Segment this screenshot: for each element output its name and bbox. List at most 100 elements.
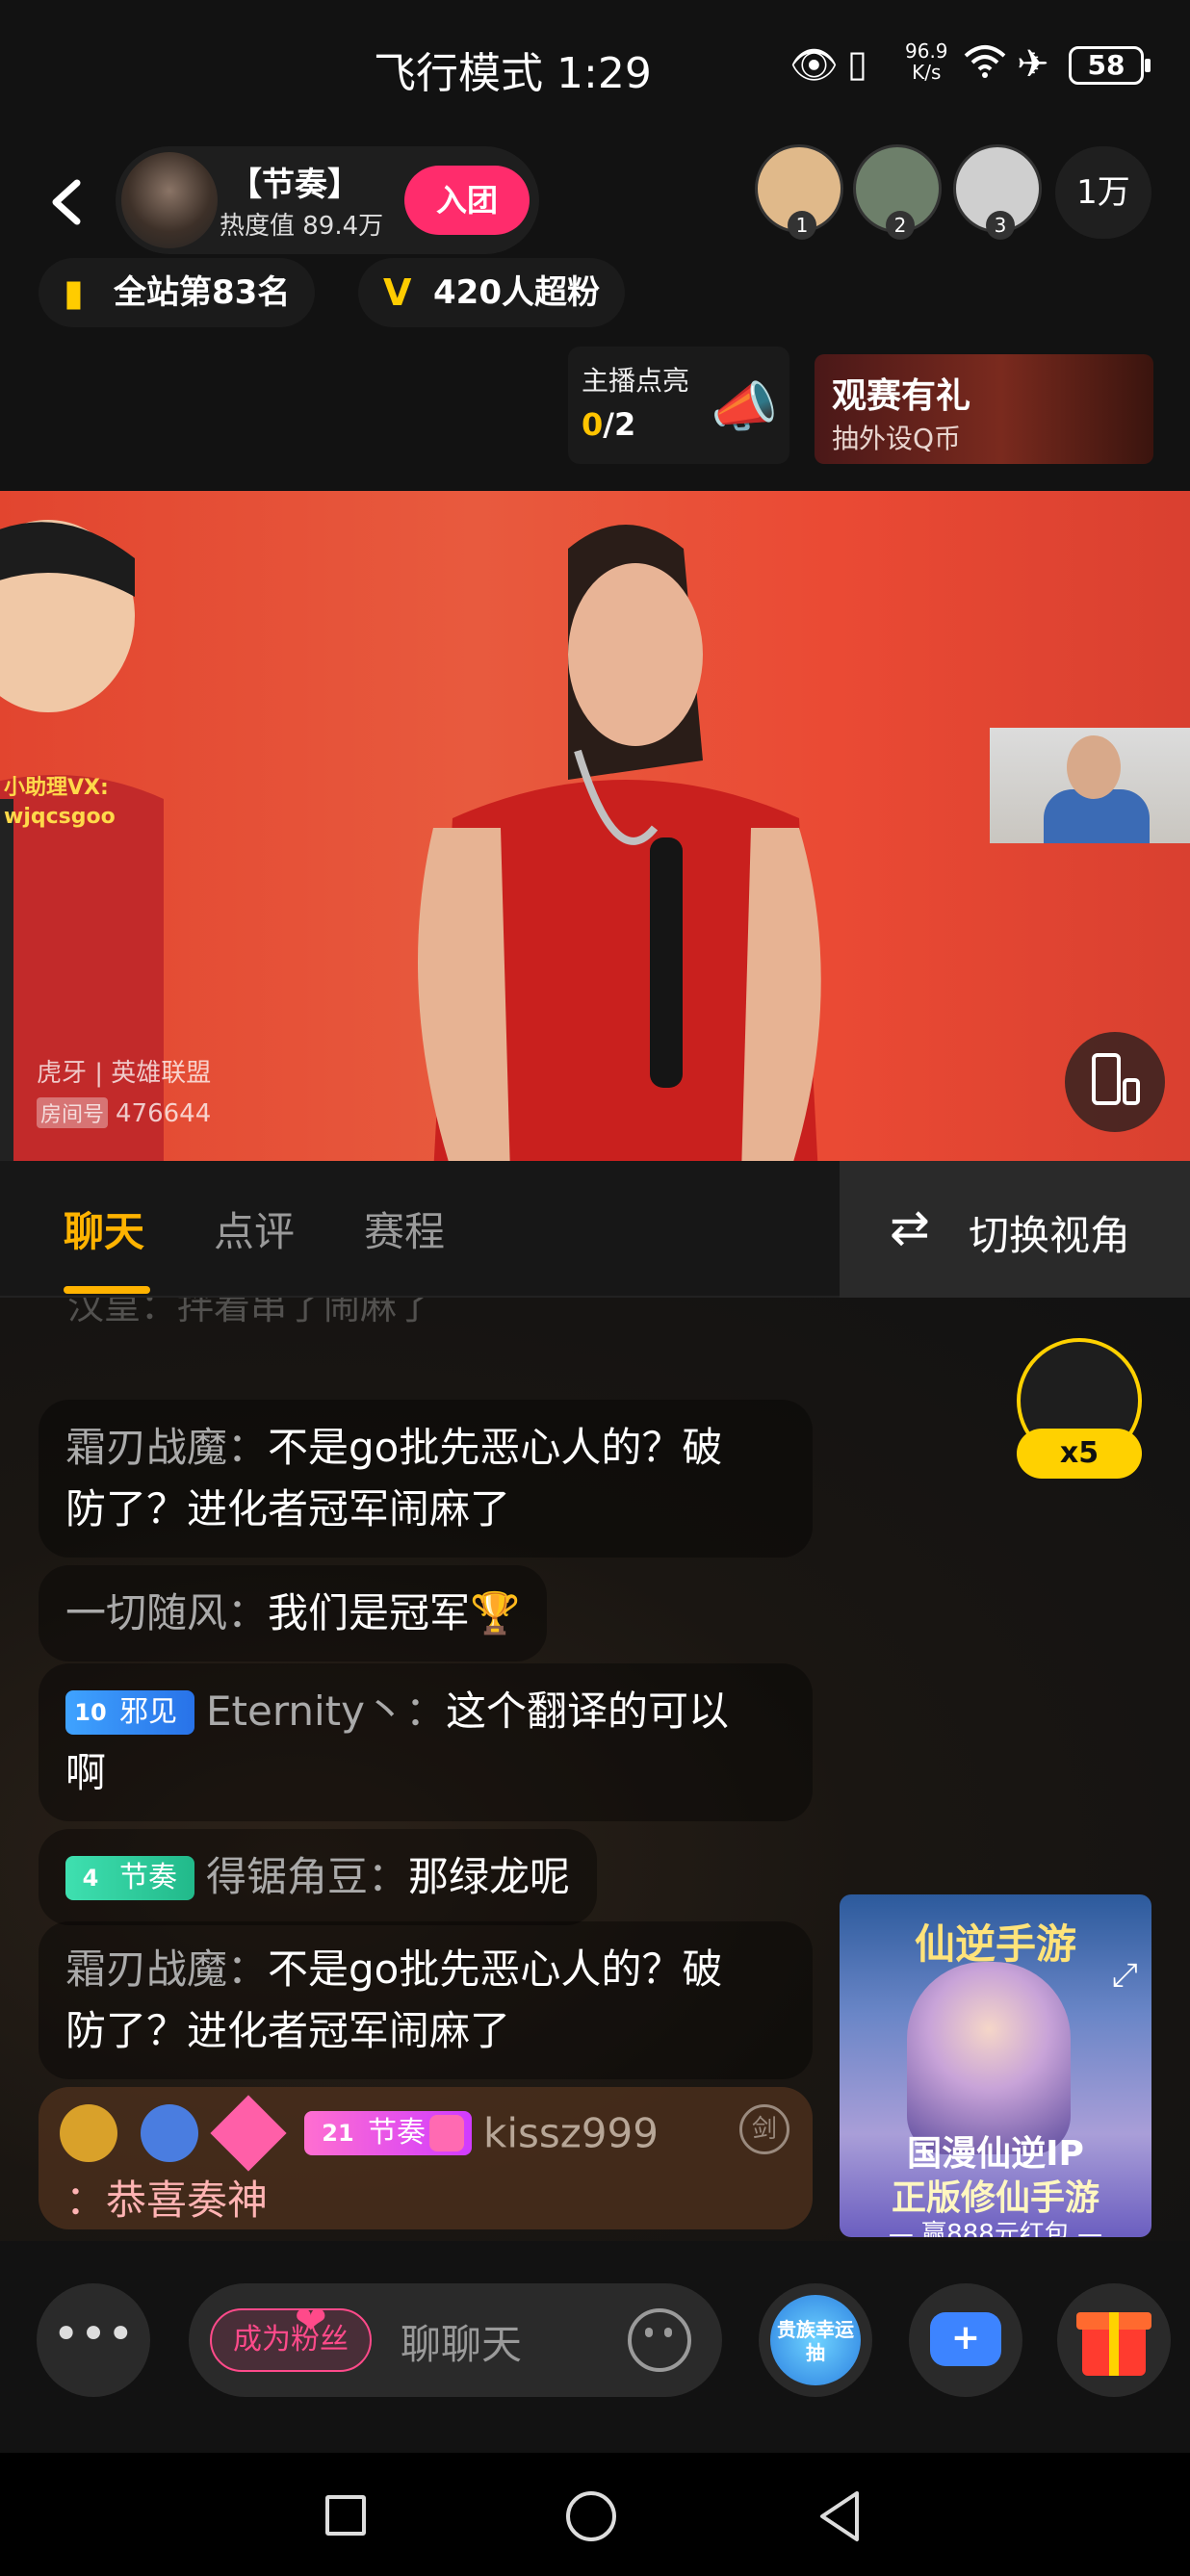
chevron-left-icon [52,179,81,225]
anchor-avatar[interactable] [121,152,218,248]
more-button[interactable]: ••• [37,2283,150,2397]
fan-badge[interactable]: 10 邪见 [65,1690,194,1735]
anchor-name: 【节奏】 [229,166,360,204]
chat-username[interactable]: 一切随风： [65,1589,268,1636]
recents-button[interactable] [325,2495,366,2536]
megaphone-icon: 📣 [711,376,778,439]
status-bar: 飞行模式 1:29 👁 ▯ 96.9 K/s ✈ 58 [0,0,1190,135]
light-progress: 0/2 [582,406,636,443]
switch-view-label: 切换视角 [969,1212,1131,1259]
rotate-screen-button[interactable] [1065,1032,1165,1132]
chat-username[interactable]: 霜刃战魔： [65,1945,268,1993]
system-nav-bar [0,2453,1190,2576]
room-number: 房间号 476644 [37,1097,211,1128]
vibrate-icon: ▯ [847,42,867,85]
net-speed: 96.9 K/s [905,39,948,84]
join-group-button[interactable]: 入团 [404,166,530,235]
chat-username[interactable]: 得锯角豆： [206,1853,408,1900]
fan-badge[interactable]: 4 节奏 [65,1856,194,1900]
wifi-icon [963,42,1007,90]
become-fan-button[interactable]: ❤ 成为粉丝 [210,2299,372,2372]
noble-lucky-draw-button[interactable]: 贵族幸运抽 [759,2283,872,2397]
back-nav-button[interactable] [815,2487,863,2549]
tab-bar: 聊天 点评 赛程 ⇄ 切换视角 [0,1161,1190,1298]
chat-message[interactable]: 一切随风：我们是冠军🏆 [39,1565,548,1662]
event-subtitle: 抽外设Q币 [832,423,962,454]
tab-active-indicator [64,1286,150,1294]
home-button[interactable] [566,2491,616,2541]
eye-icon: 👁 [789,43,839,88]
lucky-draw-icon: 贵族幸运抽 [770,2295,861,2385]
chat-panel[interactable]: 汉皇：拌着串了闹麻了 霜刃战魔：不是go批先恶心人的？破 防了？进化者冠军闹麻了… [0,1298,1190,2241]
emoji-icon[interactable] [628,2308,691,2372]
fan-badge[interactable]: 21 节奏 [304,2111,472,2155]
game-ad-banner[interactable]: 仙逆手游 ⤢ 国漫仙逆IP 正版修仙手游 — 赢888元红包 — [840,1894,1151,2237]
chat-message-cutoff: 汉皇：拌着串了闹麻了 [67,1298,434,1327]
gift-message[interactable]: 21 节奏 kissz999 剑 ：恭喜奏神 [39,2087,813,2229]
room-header: 【节奏】 热度值 89.4万 入团 1 2 3 1万 ▮ 全站第83名 V 420人… [0,135,1190,491]
chat-text: ：恭喜奏神 [65,2177,269,2224]
chat-text: 不是go批先恶心人的？破 [268,1945,723,1993]
anchor-light-up[interactable]: 主播点亮 0/2 📣 [568,347,789,464]
viewer-rank: 2 [886,211,915,240]
ad-line: 正版修仙手游 [891,2178,1099,2218]
tab-schedule[interactable]: 赛程 [364,1199,445,1258]
gift-button[interactable] [1057,2283,1171,2397]
chat-text: 不是go批先恶心人的？破 [268,1424,723,1471]
top-viewer-avatar[interactable]: 1 [755,144,843,240]
anchor-info[interactable]: 【节奏】 热度值 89.4万 入团 [116,146,539,254]
chat-username[interactable]: kissz999 [483,2110,659,2157]
guard-badge-icon [141,2104,198,2162]
top-viewer-avatar[interactable]: 2 [853,144,942,240]
sword-icon: 剑 [739,2104,789,2154]
top-viewer-avatar[interactable]: 3 [953,144,1042,240]
triangle-back-icon [820,2491,859,2541]
pip-camera[interactable] [990,728,1190,843]
status-time: 飞行模式 1:29 [374,49,652,98]
tab-review[interactable]: 点评 [214,1199,295,1258]
event-title: 观赛有礼 [832,376,971,416]
chat-text: 防了？进化者冠军闹麻了 [65,1485,511,1533]
back-button[interactable] [39,164,96,241]
battery-indicator: 58 [1069,46,1151,85]
game-button[interactable]: + [909,2283,1022,2397]
chat-message[interactable]: 霜刃战魔：不是go批先恶心人的？破 防了？进化者冠军闹麻了 [39,1921,813,2079]
chat-text: 这个翻译的可以 [446,1687,730,1735]
brand-watermark: 虎牙 | 英雄联盟 [37,1059,212,1088]
event-banner[interactable]: 观赛有礼 抽外设Q币 [815,354,1153,464]
noble-badge-icon [60,2104,117,2162]
site-rank-pill[interactable]: ▮ 全站第83名 [39,258,316,327]
treasure-multiplier: x5 [1017,1429,1142,1479]
tab-chat[interactable]: 聊天 [64,1199,144,1258]
chat-username[interactable]: 霜刃战魔： [65,1424,268,1471]
live-video[interactable]: 小助理VX: wjqcsgoo 虎牙 | 英雄联盟 房间号 476644 [0,491,1190,1161]
bar-chart-icon: ▮ [64,271,84,314]
treasure-box-button[interactable]: x5 [1011,1338,1148,1488]
chat-text: 啊 [65,1749,107,1796]
expand-icon[interactable]: ⤢ [1112,1956,1138,1995]
rotate-icon [1092,1053,1140,1105]
chat-message[interactable]: 霜刃战魔：不是go批先恶心人的？破 防了？进化者冠军闹麻了 [39,1400,813,1558]
airplane-icon: ✈ [1017,42,1049,87]
chat-message[interactable]: 4 节奏 得锯角豆：那绿龙呢 [39,1829,598,1925]
chat-input[interactable]: ❤ 成为粉丝 聊聊天 [189,2283,722,2397]
switch-view-button[interactable]: ⇄ 切换视角 [840,1161,1190,1298]
super-fans-pill[interactable]: V 420人超粉 [358,258,625,327]
diamond-badge-icon [210,2095,287,2172]
gamepad-icon: + [930,2312,1001,2366]
video-person-main [418,525,821,1161]
ad-line: — 赢888元红包 — [888,2220,1103,2237]
anchor-heat: 热度值 89.4万 [220,212,384,241]
ad-line: 国漫仙逆IP [907,2134,1084,2174]
viewer-rank: 1 [788,211,816,240]
gift-message-badges: 21 节奏 kissz999 [60,2095,659,2172]
chat-text: 那绿龙呢 [408,1853,571,1900]
chat-text: 防了？进化者冠军闹麻了 [65,2007,511,2054]
viewer-rank: 3 [986,211,1015,240]
chat-message[interactable]: 10 邪见 Eternity丶：这个翻译的可以 啊 [39,1663,813,1821]
helper-watermark: 小助理VX: wjqcsgoo [4,776,116,829]
chat-username[interactable]: Eternity丶： [206,1687,446,1735]
viewer-count[interactable]: 1万 [1055,146,1151,239]
chat-text: 我们是冠军🏆 [268,1589,521,1636]
v-badge-icon: V [383,271,412,314]
